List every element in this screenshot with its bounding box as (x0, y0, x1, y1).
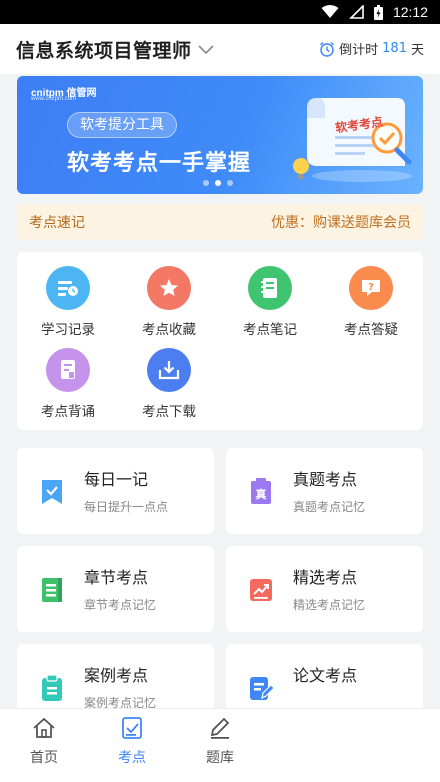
tab-label: 考点 (118, 750, 146, 766)
question-bank-icon (210, 717, 230, 739)
banner-page-dot[interactable] (215, 180, 221, 186)
banner-headline: 软考考点一手掌握 (67, 151, 252, 176)
card-real-exam[interactable]: 真 真题考点 真题考点记忆 (226, 448, 423, 534)
app-header: 信息系统项目管理师 倒计时 181 天 (0, 24, 440, 74)
star-icon (147, 266, 191, 310)
banner-brand-url: www.cnitpm.com (31, 96, 77, 102)
card-daily[interactable]: 每日一记 每日提升一点点 (17, 448, 214, 534)
countdown-suffix: 天 (410, 43, 424, 58)
card-chapter[interactable]: 章节考点 章节考点记忆 (17, 546, 214, 632)
study-record-icon (46, 266, 90, 310)
card-title: 案例考点 (84, 666, 149, 685)
banner-page-dot[interactable] (203, 180, 209, 186)
bookmark-check-icon (42, 480, 62, 504)
signal-icon (349, 5, 364, 19)
battery-icon (373, 4, 383, 20)
card-subtitle: 每日提升一点点 (84, 500, 169, 514)
feature-label: 考点答疑 (344, 322, 398, 338)
feature-recite[interactable]: 考点背诵 (18, 348, 118, 420)
banner-tag: 软考提分工具 (67, 112, 177, 138)
scroll-illustration-icon (293, 98, 412, 182)
feature-label: 考点下载 (142, 404, 196, 420)
card-selected[interactable]: 精选考点 精选考点记忆 (226, 546, 423, 632)
card-title: 每日一记 (84, 470, 149, 489)
banner-page-dot[interactable] (227, 180, 233, 186)
card-subtitle: 真题考点记忆 (293, 500, 366, 514)
trend-icon (250, 579, 272, 601)
essay-icon (250, 677, 274, 700)
notice-bar[interactable]: 考点速记 优惠：购课送题库会员 (17, 204, 423, 240)
feature-qa[interactable]: ? 考点答疑 (321, 266, 421, 338)
promo-banner[interactable]: cnitpm 信管网 www.cnitpm.com 软考提分工具 软考考点一手掌… (17, 76, 423, 194)
exam-selector-title[interactable]: 信息系统项目管理师 (16, 36, 192, 63)
card-title: 论文考点 (293, 666, 358, 685)
svg-text:?: ? (368, 282, 374, 293)
clipboard-icon (42, 674, 62, 701)
countdown-prefix: 倒计时 (339, 43, 379, 58)
countdown-days: 181 (382, 41, 407, 56)
card-title: 真题考点 (293, 470, 358, 489)
notice-left[interactable]: 考点速记 (29, 212, 85, 232)
card-subtitle: 精选考点记忆 (293, 598, 366, 612)
download-icon (147, 348, 191, 392)
card-title: 章节考点 (84, 568, 149, 587)
notebook-icon (248, 266, 292, 310)
svg-text:真: 真 (256, 487, 267, 501)
tab-label: 题库 (206, 750, 234, 766)
banner-pagination (203, 180, 233, 186)
tab-question-bank[interactable]: 题库 (190, 717, 250, 767)
feature-download[interactable]: 考点下载 (119, 348, 219, 420)
feature-study-record[interactable]: 学习记录 (18, 266, 118, 338)
feature-notes[interactable]: 考点笔记 (220, 266, 320, 338)
feature-label: 考点收藏 (142, 322, 196, 338)
feature-label: 考点背诵 (41, 404, 95, 420)
question-icon: ? (349, 266, 393, 310)
card-title: 精选考点 (293, 568, 358, 587)
bottom-tab-bar: 首页 考点 题库 (0, 708, 440, 782)
status-time: 12:12 (392, 4, 428, 20)
feature-label: 考点笔记 (243, 322, 297, 338)
notice-right[interactable]: 优惠：购课送题库会员 (271, 212, 411, 232)
alarm-clock-icon (320, 41, 335, 57)
recite-icon (46, 348, 90, 392)
tab-label: 首页 (30, 750, 58, 766)
status-bar: 12:12 (0, 0, 440, 24)
tab-home[interactable]: 首页 (14, 717, 74, 767)
home-icon (33, 717, 55, 738)
card-subtitle: 章节考点记忆 (84, 598, 157, 612)
tab-exam-points[interactable]: 考点 (102, 717, 162, 767)
chapter-icon (42, 578, 62, 602)
feature-favorites[interactable]: 考点收藏 (119, 266, 219, 338)
chevron-down-icon[interactable] (197, 45, 214, 55)
feature-grid: 学习记录 考点收藏 考点笔记 ? 考点答疑 考点背诵 考点下载 (17, 252, 423, 430)
exam-point-icon (122, 717, 142, 739)
feature-label: 学习记录 (41, 322, 95, 338)
wifi-icon (321, 5, 339, 18)
exam-paper-icon: 真 (251, 478, 271, 504)
exam-countdown: 倒计时 181 天 (319, 39, 424, 58)
